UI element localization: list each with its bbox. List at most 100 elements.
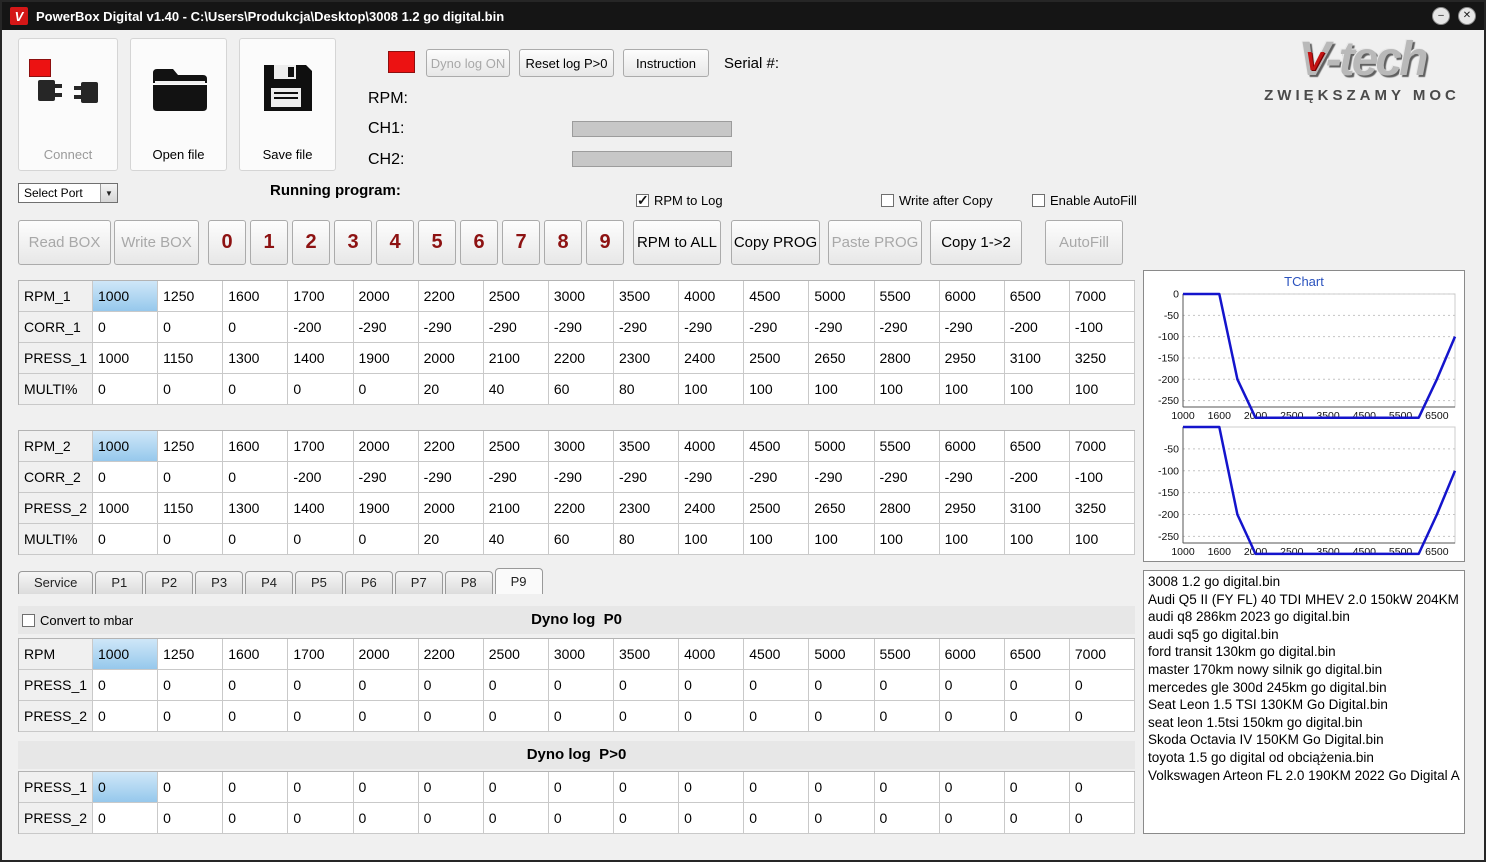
grid-cell[interactable]: 0 [158,772,224,803]
grid-cell[interactable]: 7000 [1069,281,1135,312]
grid-cell[interactable]: -100 [1069,462,1135,493]
grid-cell[interactable]: 2200 [418,639,484,670]
open-file-button[interactable]: Open file [130,38,227,171]
chevron-down-icon[interactable]: ▼ [100,184,117,202]
grid-cell[interactable]: 0 [483,701,549,732]
tab-p2[interactable]: P2 [145,571,194,594]
file-list-item[interactable]: 3008 1.2 go digital.bin [1148,573,1460,591]
grid-cell[interactable]: 0 [223,803,289,834]
grid-cell[interactable]: 0 [93,670,159,701]
grid-cell[interactable]: 4000 [679,281,745,312]
digit-button-6[interactable]: 6 [460,220,498,265]
grid-cell[interactable]: 0 [158,670,224,701]
grid-cell[interactable]: 2000 [418,493,484,524]
grid-cell[interactable]: 0 [1004,803,1070,834]
grid-cell[interactable]: 3500 [614,281,680,312]
grid-cell[interactable]: 0 [483,772,549,803]
grid-cell[interactable]: 0 [418,772,484,803]
grid-cell[interactable]: 1900 [353,493,419,524]
grid-cell[interactable]: 0 [288,701,354,732]
digit-button-9[interactable]: 9 [586,220,624,265]
grid-cell[interactable]: 0 [939,701,1005,732]
grid-cell[interactable]: 0 [93,462,159,493]
grid-cell[interactable]: 0 [353,374,419,405]
save-file-button[interactable]: Save file [239,38,336,171]
grid-cell[interactable]: 0 [288,772,354,803]
digit-button-7[interactable]: 7 [502,220,540,265]
grid-cell[interactable]: 2500 [483,639,549,670]
grid-cell[interactable]: 80 [614,524,680,555]
grid-cell[interactable]: 0 [158,312,224,343]
grid-cell[interactable]: -290 [353,312,419,343]
file-list-item[interactable]: ford transit 130km go digital.bin [1148,643,1460,661]
grid-cell[interactable]: 5500 [874,639,940,670]
grid-cell[interactable]: 60 [548,524,614,555]
file-list-item[interactable]: mercedes gle 300d 245km go digital.bin [1148,679,1460,697]
grid-cell[interactable]: 100 [939,524,1005,555]
grid-cell[interactable]: 0 [744,670,810,701]
grid-cell[interactable]: 0 [679,701,745,732]
grid-cell[interactable]: 0 [874,670,940,701]
grid-cell[interactable]: 0 [939,772,1005,803]
file-list-item[interactable]: Skoda Octavia IV 150KM Go Digital.bin [1148,731,1460,749]
grid-cell[interactable]: 2500 [744,343,810,374]
grid-cell[interactable]: 40 [483,374,549,405]
grid-cell[interactable]: 1250 [158,639,224,670]
grid-cell[interactable]: 0 [93,312,159,343]
grid-cell[interactable]: -290 [939,312,1005,343]
digit-button-0[interactable]: 0 [208,220,246,265]
file-list-item[interactable]: audi sq5 go digital.bin [1148,626,1460,644]
digit-button-2[interactable]: 2 [292,220,330,265]
grid-cell[interactable]: 2650 [809,343,875,374]
grid-cell[interactable]: 0 [418,803,484,834]
grid-cell[interactable]: 20 [418,374,484,405]
grid-cell[interactable]: 0 [679,803,745,834]
file-list-item[interactable]: toyota 1.5 go digital od obciążenia.bin [1148,749,1460,767]
grid-cell[interactable]: -290 [744,312,810,343]
grid-cell[interactable]: 0 [288,374,354,405]
copy-prog-button[interactable]: Copy PROG [731,220,820,265]
grid-cell[interactable]: 0 [809,803,875,834]
grid-cell[interactable]: 0 [548,701,614,732]
grid-cell[interactable]: 1000 [93,343,159,374]
grid-cell[interactable]: 0 [874,701,940,732]
grid-cell[interactable]: 4000 [679,431,745,462]
grid-cell[interactable]: 0 [939,803,1005,834]
grid-cell[interactable]: 0 [1069,803,1135,834]
grid-cell[interactable]: 1400 [288,493,354,524]
grid-cell[interactable]: 0 [158,374,224,405]
grid-cell[interactable]: 0 [288,803,354,834]
grid-cell[interactable]: 0 [874,803,940,834]
grid-cell[interactable]: -290 [939,462,1005,493]
grid-cell[interactable]: -290 [548,312,614,343]
grid-cell[interactable]: 0 [1004,670,1070,701]
grid-cell[interactable]: 6500 [1004,639,1070,670]
grid-cell[interactable]: 1150 [158,493,224,524]
grid-cell[interactable]: 6000 [939,639,1005,670]
grid-cell[interactable]: 0 [418,670,484,701]
grid-cell[interactable]: 3000 [548,431,614,462]
grid-cell[interactable]: 3250 [1069,343,1135,374]
grid-cell[interactable]: 5500 [874,431,940,462]
tab-p5[interactable]: P5 [294,571,343,594]
grid-cell[interactable]: 2100 [483,493,549,524]
connect-button[interactable]: Connect [18,38,118,171]
grid-cell[interactable]: 2950 [939,343,1005,374]
reset-log-button[interactable]: Reset log P>0 [519,49,614,77]
grid-cell[interactable]: 3100 [1004,343,1070,374]
grid-cell[interactable]: 0 [679,670,745,701]
grid-cell[interactable]: 0 [223,462,289,493]
digit-button-3[interactable]: 3 [334,220,372,265]
grid-cell[interactable]: 0 [614,670,680,701]
write-box-button[interactable]: Write BOX [114,220,199,265]
grid-cell[interactable]: 5000 [809,431,875,462]
digit-button-4[interactable]: 4 [376,220,414,265]
grid-cell[interactable]: 1600 [223,639,289,670]
grid-cell[interactable]: 0 [223,670,289,701]
grid-cell[interactable]: 1000 [93,281,159,312]
grid-cell[interactable]: 4000 [679,639,745,670]
grid-cell[interactable]: 0 [93,772,159,803]
grid-cell[interactable]: 0 [93,374,159,405]
grid-cell[interactable]: 1900 [353,343,419,374]
grid-cell[interactable]: 2800 [874,493,940,524]
